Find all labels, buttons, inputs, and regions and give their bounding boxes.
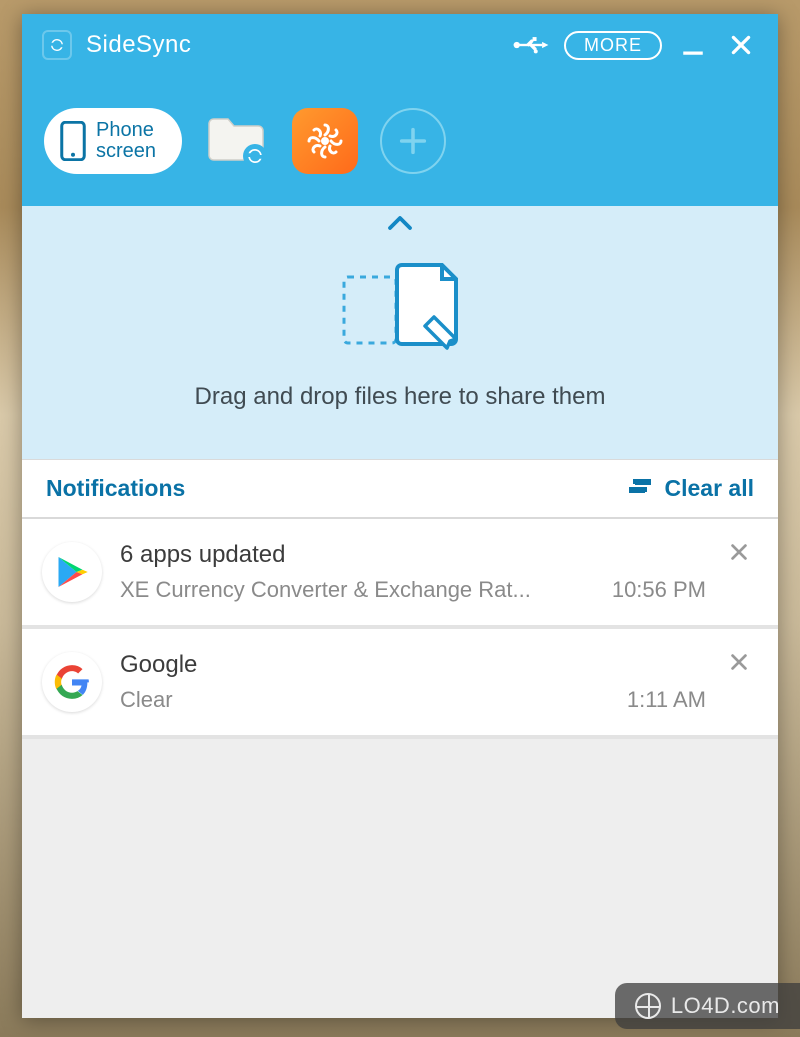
notification-body: Google Clear 1:11 AM [120,651,706,713]
notification-item[interactable]: Google Clear 1:11 AM [22,629,778,739]
notification-title: Google [120,651,706,679]
dismiss-notification-button[interactable] [724,651,754,678]
gallery-flower-icon [303,119,347,163]
notification-body: 6 apps updated XE Currency Converter & E… [120,541,706,603]
folder-icon [205,112,269,170]
minimize-button[interactable] [676,28,710,62]
add-button[interactable] [380,108,446,174]
titlebar: SideSync MORE [22,14,778,76]
dropzone[interactable]: Drag and drop files here to share them [22,239,778,459]
notification-time: 1:11 AM [627,687,706,713]
notifications-title: Notifications [46,475,185,502]
clear-all-label: Clear all [665,475,755,502]
close-icon [728,651,750,673]
notification-title: 6 apps updated [120,541,706,569]
gallery-button[interactable] [292,108,358,174]
play-store-icon [42,542,102,602]
empty-area [22,739,778,1018]
phone-icon [60,121,86,161]
notification-subtitle: Clear [120,687,607,713]
close-icon [728,541,750,563]
notification-item[interactable]: 6 apps updated XE Currency Converter & E… [22,519,778,629]
dropzone-text: Drag and drop files here to share them [195,383,606,411]
phone-screen-label: Phone screen [96,120,156,162]
app-title: SideSync [86,31,191,59]
watermark-text: LO4D.com [671,993,780,1019]
clear-all-button[interactable]: Clear all [625,475,755,502]
notification-subtitle: XE Currency Converter & Exchange Rat... [120,577,592,603]
usb-icon[interactable] [512,33,550,57]
notifications-header: Notifications Clear all [22,459,778,519]
drag-drop-files-icon [330,257,470,357]
folder-sync-button[interactable] [204,108,270,174]
toolbar: Phone screen [22,76,778,206]
watermark: LO4D.com [615,983,800,1029]
more-button[interactable]: MORE [564,31,662,60]
plus-icon [396,124,430,158]
chevron-up-icon [385,212,415,234]
app-window: SideSync MORE Phone screen [22,14,778,1018]
google-icon [42,652,102,712]
dismiss-notification-button[interactable] [724,541,754,568]
notification-time: 10:56 PM [612,577,706,603]
app-logo-icon [42,30,72,60]
clear-all-icon [625,479,651,499]
close-window-button[interactable] [724,28,758,62]
collapse-toggle[interactable] [22,206,778,239]
globe-icon [635,993,661,1019]
phone-screen-button[interactable]: Phone screen [44,108,182,174]
